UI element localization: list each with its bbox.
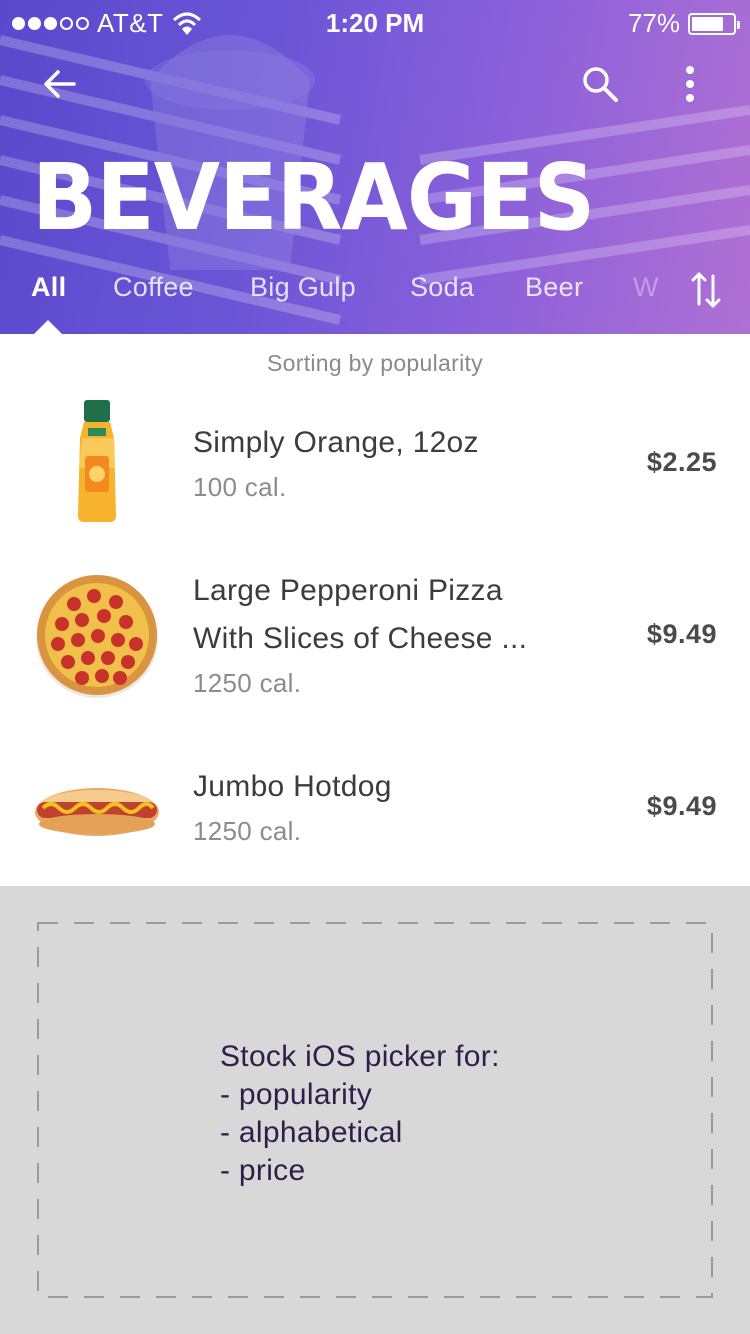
- picker-note-line: Stock iOS picker for:: [220, 1040, 500, 1073]
- picker-placeholder-note: Stock iOS picker for: - popularity - alp…: [220, 1038, 500, 1190]
- list-item[interactable]: Simply Orange, 12oz 100 cal. $2.25: [0, 390, 750, 540]
- more-options-button[interactable]: [660, 58, 720, 110]
- list-item[interactable]: Large Pepperoni Pizza With Slices of Che…: [0, 560, 750, 730]
- item-name: Jumbo Hotdog: [193, 770, 392, 803]
- picker-note-line: - alphabetical: [220, 1116, 403, 1149]
- item-name-line-2: With Slices of Cheese ...: [193, 622, 528, 655]
- active-tab-indicator: [34, 320, 62, 334]
- category-header: AT&T 1:20 PM 77% BEVERAGES All Coffee Bi…: [0, 0, 750, 334]
- tab-big-gulp[interactable]: Big Gulp: [250, 272, 356, 303]
- list-item[interactable]: Jumbo Hotdog 1250 cal. $9.49: [0, 750, 750, 870]
- search-button[interactable]: [570, 58, 630, 110]
- item-calories: 1250 cal.: [193, 816, 302, 846]
- tab-all[interactable]: All: [31, 272, 66, 303]
- picker-note-line: - price: [220, 1154, 306, 1187]
- tab-partial[interactable]: W: [633, 272, 659, 303]
- tab-soda[interactable]: Soda: [410, 272, 474, 303]
- sort-button[interactable]: [680, 262, 732, 318]
- item-name: Simply Orange, 12oz: [193, 426, 479, 459]
- picker-placeholder-area: Stock iOS picker for: - popularity - alp…: [0, 886, 750, 1334]
- search-icon: [583, 67, 618, 102]
- orange-juice-bottle-image: [30, 396, 164, 526]
- battery-level: [692, 16, 723, 31]
- battery-icon: [688, 12, 740, 35]
- pepperoni-pizza-image: [30, 570, 164, 700]
- status-bar: AT&T 1:20 PM 77%: [0, 0, 750, 44]
- arrow-left-icon: [44, 70, 76, 98]
- tab-coffee[interactable]: Coffee: [113, 272, 194, 303]
- page-title: BEVERAGES: [32, 144, 595, 251]
- tab-beer[interactable]: Beer: [525, 272, 583, 303]
- hotdog-image: [30, 775, 164, 845]
- sort-caption: Sorting by popularity: [267, 350, 483, 376]
- item-price: $9.49: [646, 791, 717, 821]
- sort-arrows-icon: [691, 272, 721, 308]
- item-price: $2.25: [646, 447, 717, 477]
- item-name-line-1: Large Pepperoni Pizza: [193, 574, 503, 607]
- item-calories: 100 cal.: [193, 472, 287, 502]
- battery-percent: 77%: [627, 8, 680, 38]
- category-tabs: All Coffee Big Gulp Soda Beer W: [0, 262, 750, 322]
- more-vertical-icon: [686, 66, 694, 102]
- picker-note-line: - popularity: [220, 1078, 373, 1111]
- back-button[interactable]: [30, 58, 90, 110]
- item-calories: 1250 cal.: [193, 668, 302, 698]
- item-price: $9.49: [646, 619, 717, 649]
